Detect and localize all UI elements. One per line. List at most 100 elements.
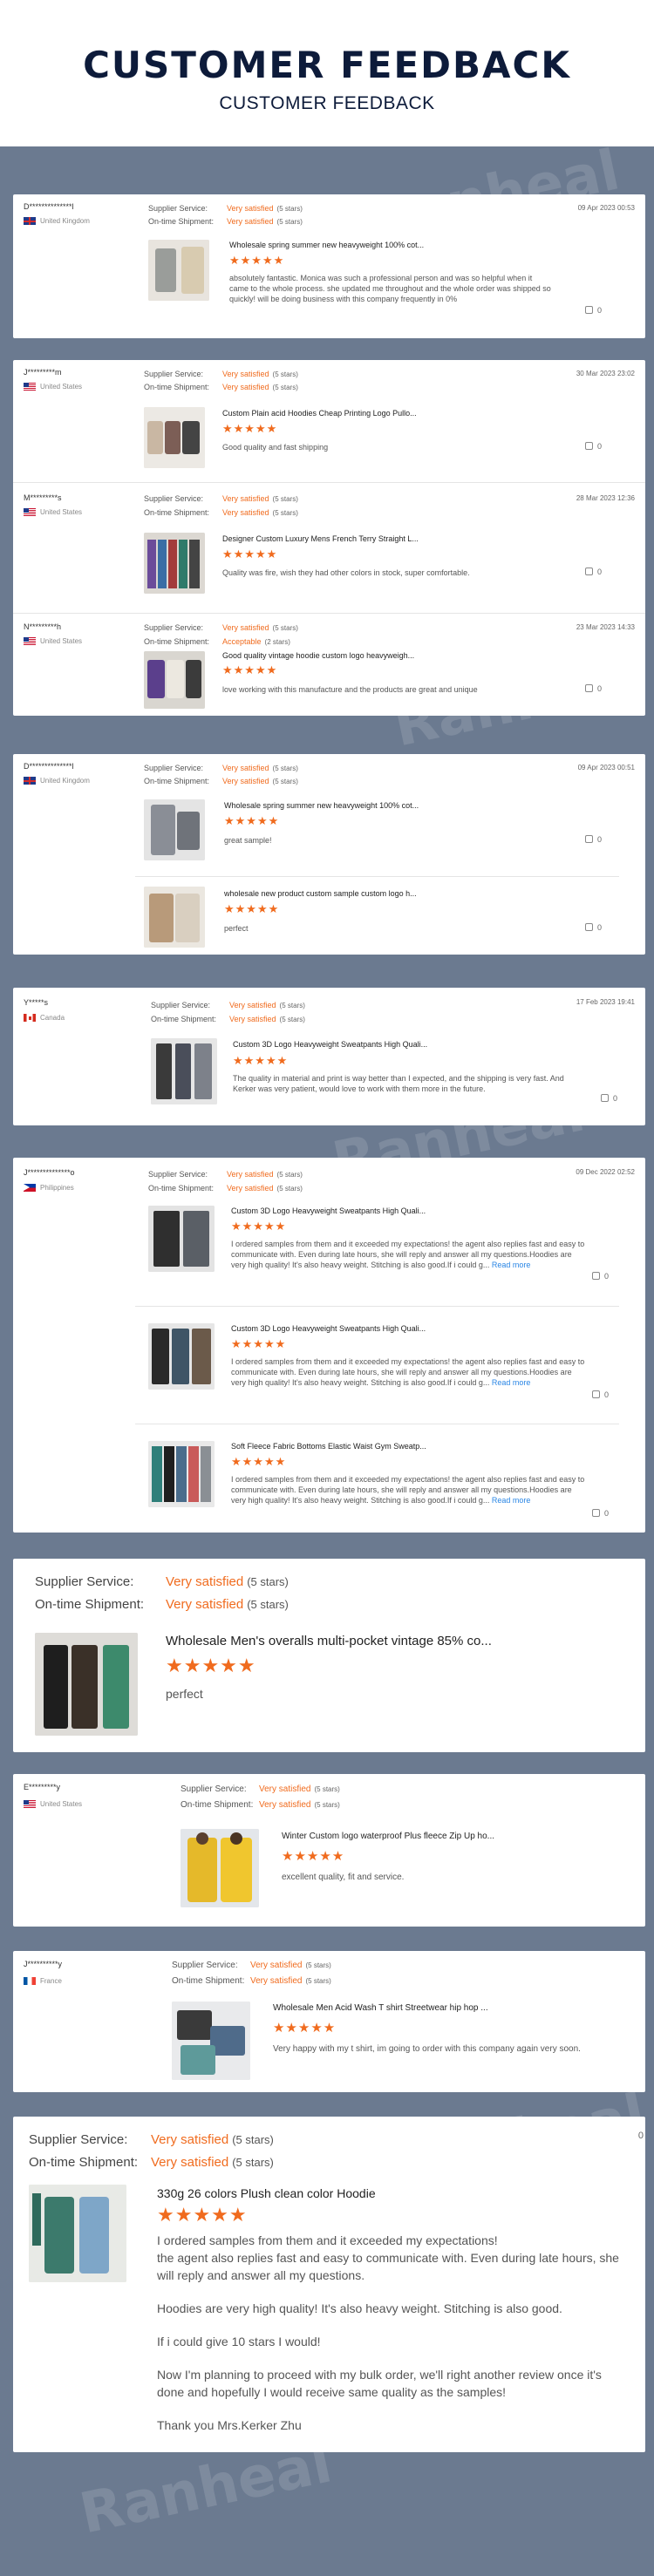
supplier-service-value: Very satisfied — [250, 1961, 303, 1970]
product-thumbnail[interactable] — [151, 1038, 217, 1104]
review-date: 09 Apr 2023 00:51 — [577, 764, 635, 771]
supplier-service-value: Very satisfied — [222, 370, 269, 378]
shipment-value: Very satisfied — [151, 2155, 229, 2170]
shipment-label: On-time Shipment: — [144, 637, 210, 646]
product-title[interactable]: 330g 26 colors Plush clean color Hoodie — [157, 2186, 376, 2200]
product-title[interactable]: Winter Custom logo waterproof Plus fleec… — [282, 1832, 494, 1841]
product-thumbnail[interactable] — [148, 1441, 215, 1507]
product-thumbnail[interactable] — [148, 1323, 215, 1390]
like-button[interactable]: 0 — [584, 923, 602, 932]
shipment-value: Very satisfied — [229, 1015, 276, 1023]
product-thumbnail[interactable] — [29, 2185, 126, 2282]
product-title[interactable]: Custom 3D Logo Heavyweight Sweatpants Hi… — [231, 1206, 426, 1215]
like-button[interactable]: 0 — [584, 684, 602, 693]
product-thumbnail[interactable] — [144, 407, 205, 468]
product-title[interactable]: Good quality vintage hoodie custom logo … — [222, 651, 414, 660]
like-button[interactable]: 0 — [584, 442, 602, 451]
product-title[interactable]: Custom Plain acid Hoodies Cheap Printing… — [222, 409, 417, 418]
stars-count: (5 stars) — [272, 509, 298, 517]
read-more-link[interactable]: Read more — [492, 1496, 531, 1505]
stars-count: (5 stars) — [247, 1598, 289, 1611]
stars-count: (5 stars) — [279, 1002, 305, 1009]
product-thumbnail[interactable] — [181, 1829, 259, 1907]
supplier-service-label: Supplier Service: — [144, 623, 204, 632]
rating-stars: ★★★★★ — [233, 1054, 289, 1067]
reviewer-country: United States — [40, 508, 83, 516]
like-button[interactable]: 0 — [591, 1390, 609, 1399]
reviewer-name: D**************l — [24, 202, 74, 211]
reviewer-name: M*********s — [24, 493, 62, 502]
review-text-content: I ordered samples from them and it excee… — [231, 1357, 585, 1387]
product-thumbnail[interactable] — [144, 799, 205, 860]
product-title[interactable]: Soft Fleece Fabric Bottoms Elastic Waist… — [231, 1442, 426, 1451]
page-header: CUSTOMER FEEDBACK CUSTOMER FEEDBACK — [0, 0, 654, 146]
product-thumbnail[interactable] — [172, 2002, 250, 2080]
stars-count: (5 stars) — [276, 218, 303, 226]
supplier-service-value: Very satisfied — [222, 494, 269, 503]
shipment-value: Acceptable — [222, 637, 262, 646]
like-count: 0 — [596, 835, 602, 844]
shipment-value: Very satisfied — [227, 217, 274, 226]
supplier-service-value: Very satisfied — [227, 204, 274, 213]
product-thumbnail[interactable] — [144, 887, 205, 948]
reviewer-country: France — [40, 1977, 62, 1985]
rating-stars: ★★★★★ — [224, 814, 280, 827]
shipment-value: Very satisfied — [222, 777, 269, 785]
read-more-link[interactable]: Read more — [492, 1261, 531, 1269]
reviewer-country: United States — [40, 637, 83, 645]
stars-count: (5 stars) — [272, 370, 298, 378]
supplier-service-value: Very satisfied — [166, 1574, 244, 1589]
thumbs-up-icon — [584, 684, 593, 692]
read-more-link[interactable]: Read more — [492, 1378, 531, 1387]
rating-stars: ★★★★★ — [229, 254, 285, 267]
product-thumbnail[interactable] — [148, 1206, 215, 1272]
review-paragraph: the agent also replies fast and easy to … — [157, 2251, 619, 2282]
reviewer-name: D**************l — [24, 762, 74, 771]
reviewer-country: Canada — [40, 1014, 65, 1022]
like-button[interactable]: 0 — [591, 1272, 609, 1281]
rating-stars: ★★★★★ — [222, 663, 278, 676]
shipment-value: Very satisfied — [222, 383, 269, 391]
review-card: J*********m United States Supplier Servi… — [13, 360, 645, 716]
shipment-label: On-time Shipment: — [172, 1976, 245, 1986]
review-paragraph: Thank you Mrs.Kerker Zhu — [157, 2418, 302, 2432]
shipment-label: On-time Shipment: — [181, 1800, 254, 1810]
us-flag-icon — [24, 1800, 36, 1809]
review-text-content: I ordered samples from them and it excee… — [231, 1475, 585, 1505]
review-date: 28 Mar 2023 12:36 — [576, 494, 635, 502]
shipment-value: Very satisfied — [166, 1597, 244, 1612]
page-title: CUSTOMER FEEDBACK — [83, 44, 571, 86]
stars-count: (2 stars) — [264, 638, 290, 646]
rating-stars: ★★★★★ — [222, 547, 278, 561]
philippines-flag-icon — [24, 1184, 36, 1193]
like-button[interactable]: 0 — [584, 568, 602, 576]
reviewer-country: United Kingdom — [40, 217, 90, 225]
divider — [13, 613, 645, 614]
like-button[interactable]: 0 — [600, 1094, 617, 1103]
reviewer-country: United States — [40, 1800, 83, 1808]
like-button[interactable]: 0 — [584, 835, 602, 844]
product-thumbnail[interactable] — [144, 651, 205, 709]
review-card: D**************l United Kingdom Supplier… — [13, 754, 645, 955]
like-button[interactable]: 0 — [584, 306, 602, 315]
product-thumbnail[interactable] — [148, 240, 209, 301]
like-button[interactable]: 0 — [591, 1509, 609, 1518]
product-title[interactable]: Custom 3D Logo Heavyweight Sweatpants Hi… — [231, 1324, 426, 1333]
product-title[interactable]: Custom 3D Logo Heavyweight Sweatpants Hi… — [233, 1040, 427, 1049]
stars-count: (5 stars) — [247, 1575, 289, 1588]
product-thumbnail[interactable] — [144, 533, 205, 594]
product-title[interactable]: Wholesale Men's overalls multi-pocket vi… — [166, 1634, 492, 1648]
product-title[interactable]: Designer Custom Luxury Mens French Terry… — [222, 534, 419, 543]
us-flag-icon — [24, 637, 36, 646]
product-thumbnail[interactable] — [35, 1633, 138, 1736]
reviewer-country: United States — [40, 383, 83, 391]
product-title[interactable]: wholesale new product custom sample cust… — [224, 889, 417, 898]
product-title[interactable]: Wholesale spring summer new heavyweight … — [229, 241, 424, 249]
supplier-service-value: Very satisfied — [229, 1001, 276, 1009]
product-title[interactable]: Wholesale spring summer new heavyweight … — [224, 801, 419, 810]
like-count: 0 — [603, 1272, 609, 1281]
product-title[interactable]: Wholesale Men Acid Wash T shirt Streetwe… — [273, 2003, 488, 2013]
rating-stars: ★★★★★ — [273, 2021, 337, 2036]
review-card: J**********y France Supplier Service: Ver… — [13, 1951, 645, 2092]
